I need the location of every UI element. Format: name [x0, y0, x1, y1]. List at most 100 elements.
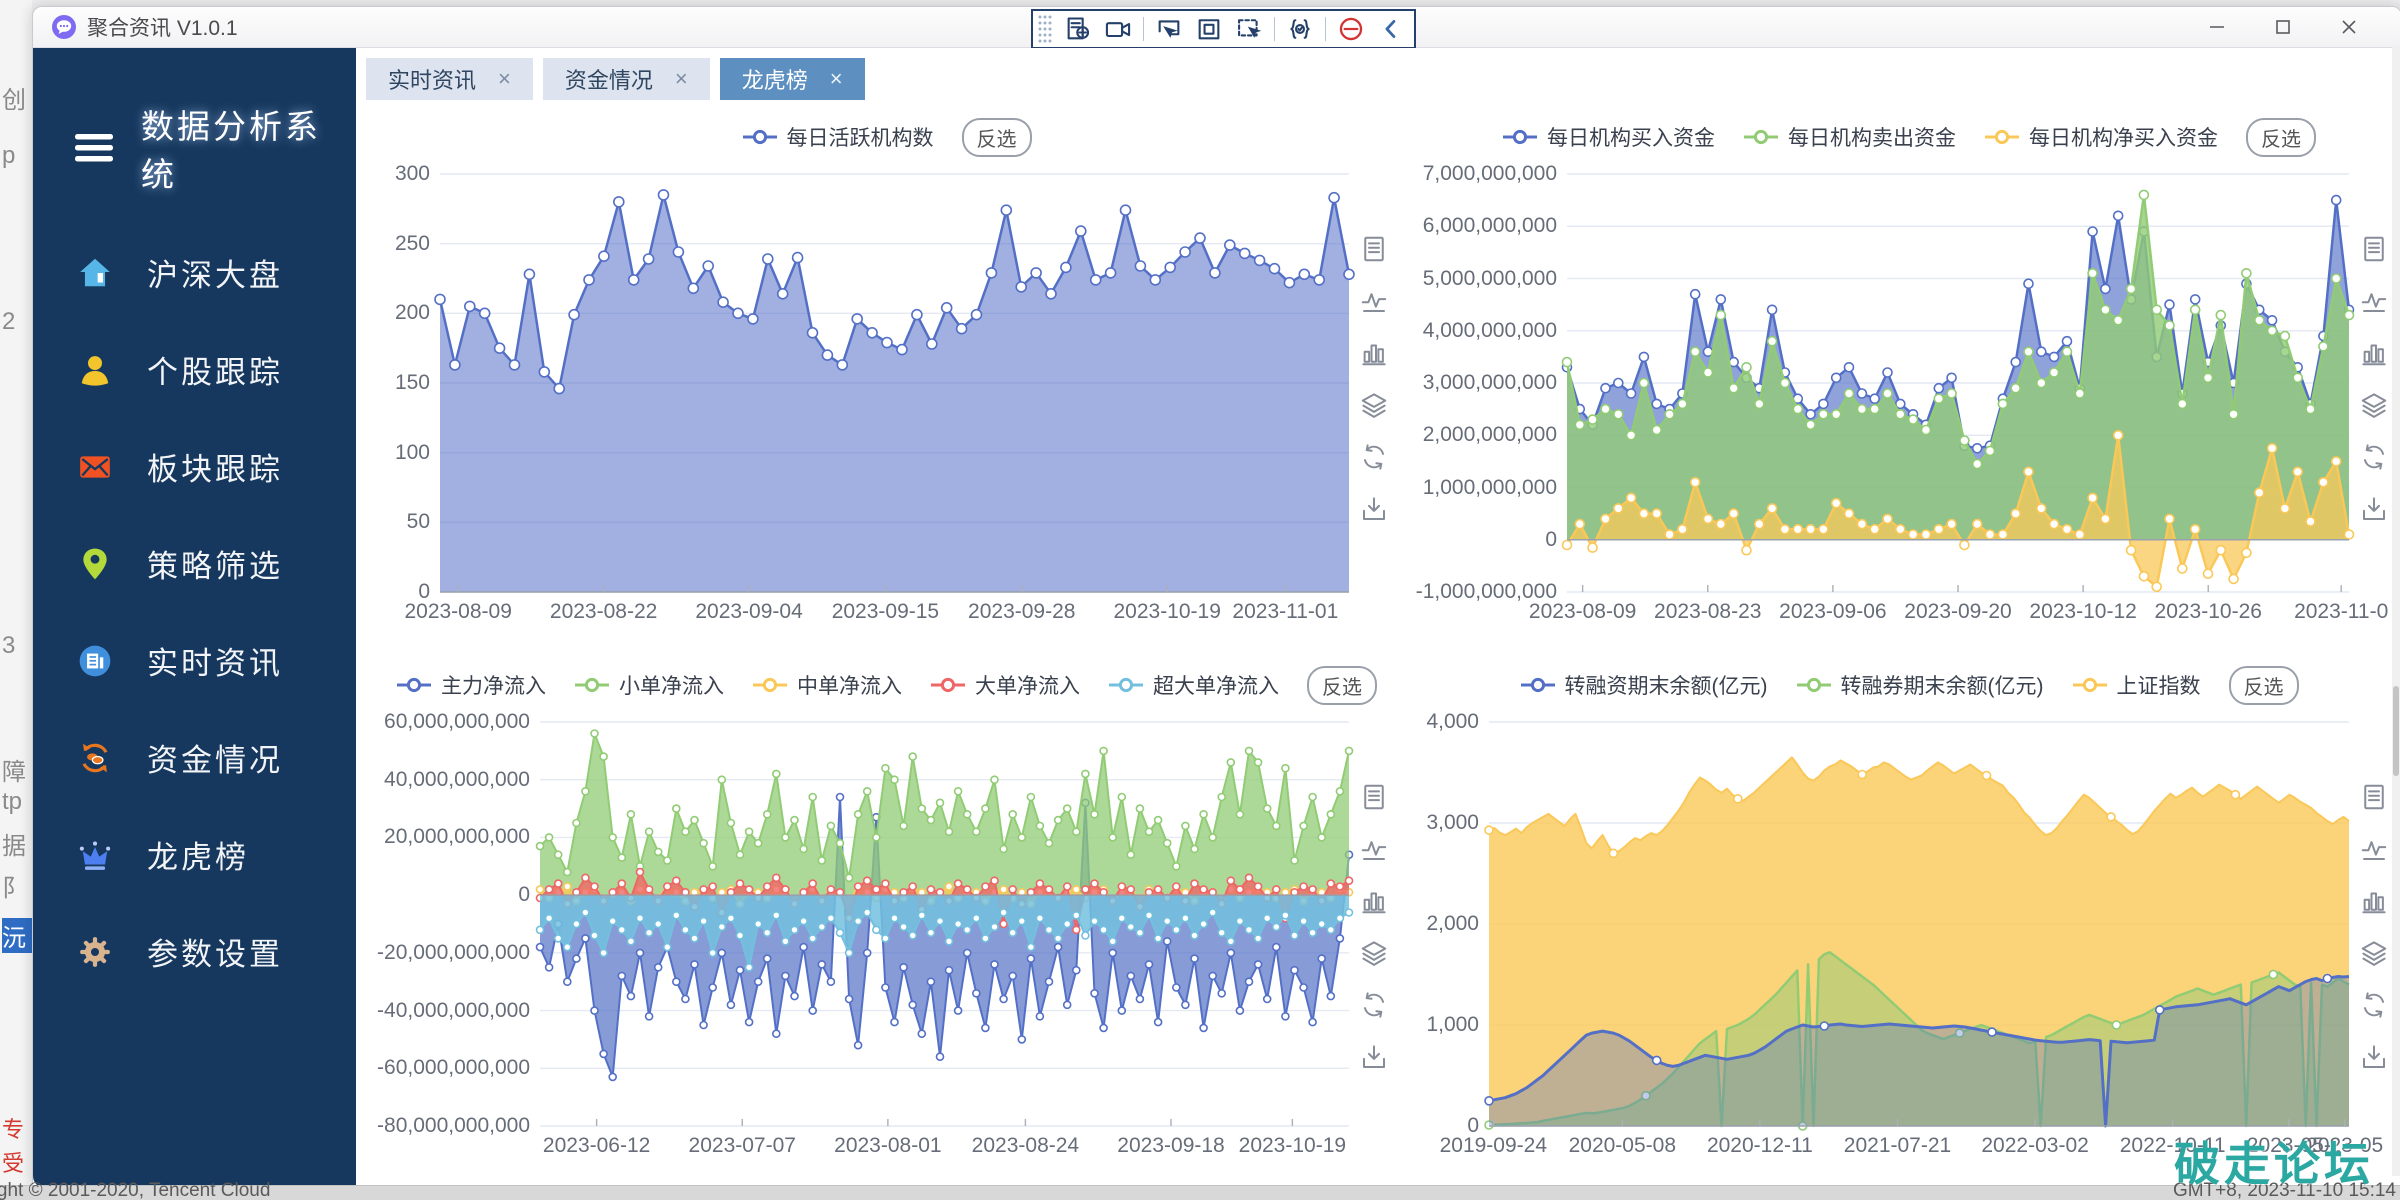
sidebar-item-3[interactable]: 板块跟踪: [33, 418, 356, 515]
plot-area[interactable]: [1567, 174, 2349, 592]
legend-item[interactable]: 大单净流入: [930, 670, 1080, 700]
tab-close-icon[interactable]: ×: [675, 66, 688, 92]
y-axis-tick-label: -40,000,000,000: [377, 999, 530, 1023]
x-axis-tick-label: 2023-09-20: [1904, 600, 2011, 624]
background-text-fragment: 专: [2, 1112, 32, 1144]
toolbox-stack-icon[interactable]: [2359, 390, 2389, 420]
y-axis-tick-label: 6,000,000,000: [1423, 214, 1557, 238]
y-axis-tick-label: 2,000: [1426, 912, 1479, 936]
tab-资金情况[interactable]: 资金情况×: [543, 58, 710, 100]
toolbox-switch-to-line-icon[interactable]: [1359, 834, 1389, 864]
invert-selection-button[interactable]: 反选: [962, 118, 1032, 157]
invert-selection-button[interactable]: 反选: [2246, 118, 2316, 157]
toolbox-data-view-icon[interactable]: [1359, 234, 1389, 264]
y-axis-tick-label: 20,000,000,000: [384, 825, 530, 849]
collapse-icon[interactable]: [1376, 14, 1406, 44]
toolbox-switch-to-bar-icon[interactable]: [1359, 338, 1389, 368]
sidebar-item-7[interactable]: 龙虎榜: [33, 806, 356, 903]
legend-item[interactable]: 主力净流入: [396, 670, 546, 700]
camera-icon[interactable]: [1103, 14, 1133, 44]
x-axis-tick-label: 2023-08-24: [972, 1134, 1079, 1158]
legend-item[interactable]: 每日机构卖出资金: [1743, 122, 1956, 152]
status-bar: Copyright © 2001-2020, Tencent Cloud GMT…: [0, 1185, 2400, 1200]
sidebar-item-6[interactable]: 资金情况: [33, 709, 356, 806]
maximize-button[interactable]: [2257, 11, 2309, 43]
toolbox-data-view-icon[interactable]: [2359, 234, 2389, 264]
toolbox-save-image-icon[interactable]: [1359, 494, 1389, 524]
chart-legend: 主力净流入小单净流入中单净流入大单净流入超大单净流入反选: [374, 662, 1399, 708]
sidebar-item-1[interactable]: 沪深大盘: [33, 224, 356, 321]
stop-icon[interactable]: [1336, 14, 1366, 44]
plot-area[interactable]: [440, 174, 1349, 592]
toolbox-switch-to-line-icon[interactable]: [2359, 286, 2389, 316]
legend-item[interactable]: 每日机构净买入资金: [1984, 122, 2218, 152]
toolbox-switch-to-line-icon[interactable]: [1359, 286, 1389, 316]
drag-handle-icon[interactable]: [1037, 14, 1053, 44]
x-axis-tick-label: 2023-09-06: [1779, 600, 1886, 624]
toolbox-save-image-icon[interactable]: [2359, 1042, 2389, 1072]
legend-item[interactable]: 小单净流入: [574, 670, 724, 700]
y-axis-tick-label: 250: [395, 232, 430, 256]
y-axis-tick-label: 3,000: [1426, 811, 1479, 835]
background-text-fragment: 障: [2, 752, 32, 787]
toolbox-save-image-icon[interactable]: [1359, 1042, 1389, 1072]
scrollbar-thumb[interactable]: [2393, 686, 2399, 776]
select-element-icon[interactable]: [1234, 14, 1264, 44]
toolbox-stack-icon[interactable]: [2359, 938, 2389, 968]
window-scrollbar[interactable]: [2392, 46, 2400, 1176]
toolbox-data-view-icon[interactable]: [2359, 782, 2389, 812]
toolbox-switch-to-bar-icon[interactable]: [2359, 338, 2389, 368]
toolbox-stack-icon[interactable]: [1359, 390, 1389, 420]
toolbox-stack-icon[interactable]: [1359, 938, 1389, 968]
sidebar-item-5[interactable]: 实时资讯: [33, 612, 356, 709]
toolbox-data-view-icon[interactable]: [1359, 782, 1389, 812]
sidebar-item-2[interactable]: 个股跟踪: [33, 321, 356, 418]
mail-icon: [77, 449, 113, 485]
sidebar-item-8[interactable]: 参数设置: [33, 903, 356, 1000]
legend-item[interactable]: 转融资期末余额(亿元): [1520, 670, 1768, 700]
toolbox-save-image-icon[interactable]: [2359, 494, 2389, 524]
tabs-bar: 实时资讯×资金情况×龙虎榜×: [356, 48, 2400, 100]
tab-龙虎榜[interactable]: 龙虎榜×: [720, 58, 865, 100]
plot-area[interactable]: [540, 722, 1349, 1126]
x-axis-tick-label: 2023-08-09: [1529, 600, 1636, 624]
log-target-icon[interactable]: [1063, 14, 1093, 44]
toolbox-restore-icon[interactable]: [2359, 442, 2389, 472]
legend-label: 主力净流入: [441, 670, 546, 700]
toolbox-restore-icon[interactable]: [1359, 442, 1389, 472]
toolbox-restore-icon[interactable]: [2359, 990, 2389, 1020]
legend-item[interactable]: 上证指数: [2072, 670, 2201, 700]
tab-实时资讯[interactable]: 实时资讯×: [366, 58, 533, 100]
tab-close-icon[interactable]: ×: [830, 66, 843, 92]
sidebar-item-label: 板块跟踪: [147, 444, 283, 489]
toolbox-switch-to-bar-icon[interactable]: [2359, 886, 2389, 916]
legend-item[interactable]: 超大单净流入: [1108, 670, 1279, 700]
invert-selection-button[interactable]: 反选: [2229, 666, 2299, 705]
sidebar-item-4[interactable]: 策略筛选: [33, 515, 356, 612]
background-text-fragment: 3: [2, 632, 32, 660]
tab-close-icon[interactable]: ×: [498, 66, 511, 92]
x-axis-labels: 2023-06-122023-07-072023-08-012023-08-24…: [540, 1126, 1349, 1158]
sidebar-item-label: 个股跟踪: [147, 347, 283, 392]
plot-area[interactable]: [1489, 722, 2349, 1126]
legend-item[interactable]: 每日活跃机构数: [742, 122, 934, 152]
chart-panel-net-inflows: 主力净流入小单净流入中单净流入大单净流入超大单净流入反选 60,000,000,…: [356, 648, 1401, 1188]
legend-item[interactable]: 每日机构买入资金: [1502, 122, 1715, 152]
toolbar-separator: [1325, 17, 1326, 41]
toolbox-restore-icon[interactable]: [1359, 990, 1389, 1020]
select-region-icon[interactable]: [1194, 14, 1224, 44]
legend-item[interactable]: 转融券期末余额(亿元): [1796, 670, 2044, 700]
y-axis-tick-label: 4,000: [1426, 710, 1479, 734]
minimize-button[interactable]: [2191, 11, 2243, 43]
y-axis-tick-label: 1,000: [1426, 1013, 1479, 1037]
toolbox-switch-to-bar-icon[interactable]: [1359, 886, 1389, 916]
legend-item[interactable]: 中单净流入: [752, 670, 902, 700]
x-axis-tick-label: 2020-12-11: [1707, 1134, 1813, 1158]
close-button[interactable]: [2323, 11, 2375, 43]
menu-hamburger-icon[interactable]: [73, 132, 115, 164]
background-window-fragments: 创p23障tp据阝沅专受: [0, 0, 32, 1200]
toolbox-switch-to-line-icon[interactable]: [2359, 834, 2389, 864]
select-window-icon[interactable]: [1154, 14, 1184, 44]
invert-selection-button[interactable]: 反选: [1307, 666, 1377, 705]
code-check-icon[interactable]: [1285, 14, 1315, 44]
